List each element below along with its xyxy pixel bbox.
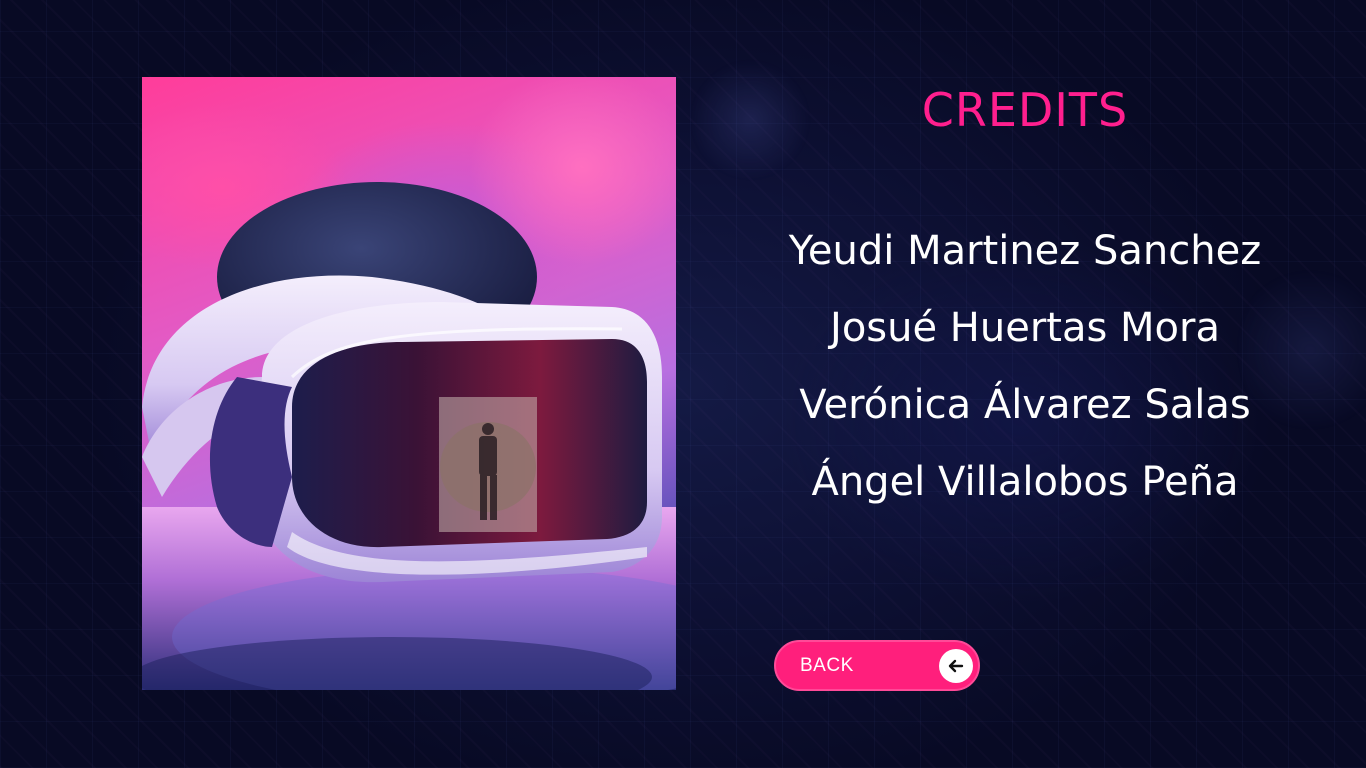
credit-name: Ángel Villalobos Peña — [811, 459, 1239, 505]
credit-name: Verónica Álvarez Salas — [799, 382, 1251, 428]
vr-headset-illustration — [142, 182, 676, 690]
credit-name: Josué Huertas Mora — [830, 305, 1220, 351]
credit-name: Yeudi Martinez Sanchez — [788, 228, 1262, 274]
background-glow — [690, 60, 810, 180]
credits-list: Yeudi Martinez Sanchez Josué Huertas Mor… — [760, 220, 1290, 528]
back-button[interactable]: BACK — [774, 640, 980, 691]
arrow-left-icon — [939, 649, 973, 683]
page-title: CREDITS — [921, 83, 1129, 137]
vr-headset-photo — [142, 77, 676, 690]
back-button-label: BACK — [800, 655, 854, 676]
